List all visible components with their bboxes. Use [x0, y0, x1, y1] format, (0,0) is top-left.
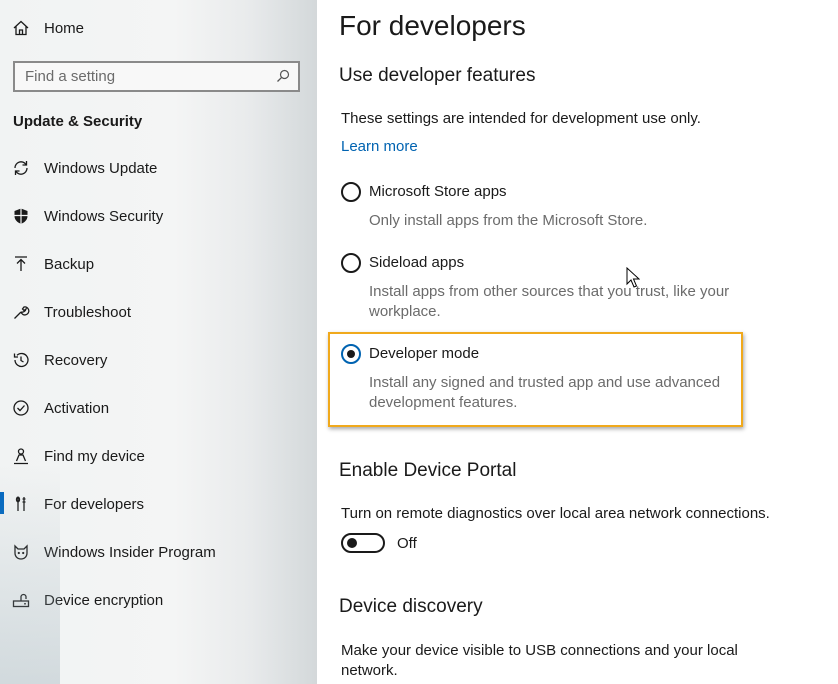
sidebar-item-label: Activation — [44, 399, 110, 417]
option-description: Only install apps from the Microsoft Sto… — [369, 212, 648, 229]
toggle-knob — [347, 538, 357, 548]
toggle-state-label: Off — [397, 535, 417, 552]
sidebar-item-for-developers[interactable]: For developers — [0, 484, 300, 524]
sidebar-item-windows-insider-program[interactable]: Windows Insider Program — [0, 532, 300, 572]
upload-icon — [12, 255, 30, 273]
nav-home[interactable]: Home — [0, 8, 300, 48]
section-heading: Update & Security — [13, 113, 143, 130]
refresh-icon — [12, 159, 30, 177]
sidebar-item-label: Find my device — [44, 447, 145, 465]
radio-sideload-apps[interactable] — [341, 253, 361, 273]
active-indicator — [0, 492, 4, 514]
option-description: Install apps from other sources that you… — [369, 283, 730, 320]
main-content: For developers Use developer features Th… — [317, 0, 838, 684]
use-features-description: These settings are intended for developm… — [341, 110, 701, 127]
device-portal-description: Turn on remote diagnostics over local ar… — [341, 505, 770, 522]
radio-microsoft-store-apps[interactable] — [341, 182, 361, 202]
shield-icon — [12, 207, 30, 225]
check-circle-icon — [12, 399, 30, 417]
developer-tools-icon — [12, 495, 30, 513]
option-label: Sideload apps — [369, 254, 465, 271]
search-icon[interactable] — [276, 69, 290, 83]
device-discovery-description: Make your device visible to USB connecti… — [341, 642, 738, 679]
sidebar-item-label: Windows Update — [44, 159, 158, 177]
device-portal-heading: Enable Device Portal — [339, 460, 517, 481]
sidebar: Home Update & Security Windows Update Wi… — [0, 0, 317, 684]
search-input[interactable] — [15, 68, 265, 85]
home-icon — [12, 19, 30, 37]
history-icon — [12, 351, 30, 369]
sidebar-item-label: Windows Insider Program — [44, 543, 216, 561]
search-box[interactable] — [13, 61, 300, 92]
sidebar-item-label: For developers — [44, 495, 145, 513]
sidebar-item-find-my-device[interactable]: Find my device — [0, 436, 300, 476]
sidebar-item-windows-security[interactable]: Windows Security — [0, 196, 300, 236]
sidebar-item-backup[interactable]: Backup — [0, 244, 300, 284]
use-features-heading: Use developer features — [339, 65, 536, 86]
device-portal-toggle[interactable] — [341, 533, 385, 553]
device-discovery-heading: Device discovery — [339, 596, 483, 617]
person-pin-icon — [12, 447, 30, 465]
drive-lock-icon — [12, 591, 30, 609]
option-label: Microsoft Store apps — [369, 183, 507, 200]
learn-more-link[interactable]: Learn more — [341, 138, 418, 155]
wrench-icon — [12, 303, 30, 321]
sidebar-item-label: Backup — [44, 255, 95, 273]
sidebar-item-device-encryption[interactable]: Device encryption — [0, 580, 300, 620]
nav-home-label: Home — [44, 19, 85, 37]
mouse-cursor-icon — [626, 267, 640, 288]
page-title: For developers — [339, 10, 526, 41]
sidebar-item-activation[interactable]: Activation — [0, 388, 300, 428]
insider-cat-icon — [12, 543, 30, 561]
sidebar-item-label: Device encryption — [44, 591, 164, 609]
radio-developer-mode[interactable] — [341, 344, 361, 364]
sidebar-item-label: Troubleshoot — [44, 303, 131, 321]
sidebar-item-label: Recovery — [44, 351, 108, 369]
option-label: Developer mode — [369, 345, 480, 362]
sidebar-item-troubleshoot[interactable]: Troubleshoot — [0, 292, 300, 332]
sidebar-item-label: Windows Security — [44, 207, 164, 225]
sidebar-item-recovery[interactable]: Recovery — [0, 340, 300, 380]
sidebar-item-windows-update[interactable]: Windows Update — [0, 148, 300, 188]
option-description: Install any signed and trusted app and u… — [369, 374, 721, 411]
